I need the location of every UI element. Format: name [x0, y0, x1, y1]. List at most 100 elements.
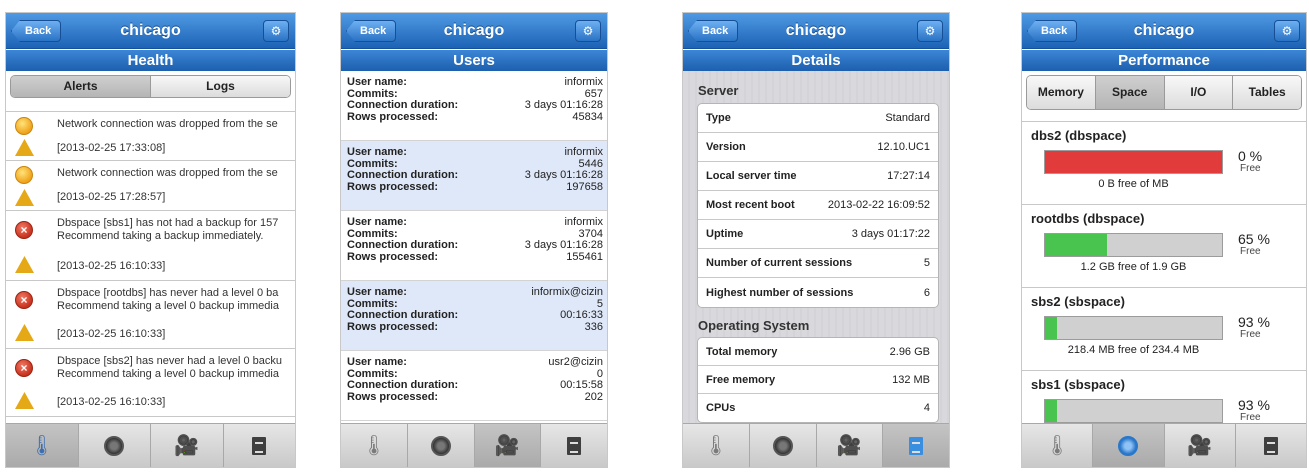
space-list[interactable]: dbs2 (dbspace) 0 % Free 0 B free of MB r…	[1022, 121, 1306, 423]
os-heading: Operating System	[698, 318, 810, 333]
detail-value: 2013-02-22 16:09:52	[827, 199, 930, 211]
warning-icon	[15, 139, 34, 156]
alert-timestamp: [2013-02-25 16:10:33]	[57, 396, 166, 408]
detail-row: CPUs 4	[698, 394, 938, 422]
space-item[interactable]: sbs1 (sbspace) 93 % Free	[1022, 371, 1306, 423]
connection-duration-value: 3 days 01:16:28	[524, 169, 603, 181]
segment-io[interactable]: I/O	[1164, 76, 1234, 109]
performance-screen: Back chicago ⚙ Performance Memory Space …	[1021, 12, 1307, 468]
back-button[interactable]: Back	[11, 20, 62, 42]
user-session[interactable]: User name: informix Commits: 3704 Connecti…	[341, 211, 607, 281]
tab-details[interactable]	[224, 424, 296, 467]
tab-health[interactable]: 🌡	[683, 424, 750, 467]
user-session[interactable]: User name: informix Commits: 5446 Connecti…	[341, 141, 607, 211]
connection-duration-value: 00:16:33	[560, 309, 603, 321]
space-name: sbs1 (sbspace)	[1031, 377, 1125, 392]
tab-bar: 🌡 🎥	[6, 423, 295, 467]
space-caption: 218.4 MB free of 234.4 MB	[1067, 344, 1200, 356]
free-percent: 93 %	[1238, 314, 1270, 330]
cameras-icon: 🎥	[494, 434, 520, 457]
users-screen: Back chicago ⚙ Users User name: informix …	[340, 12, 608, 468]
tab-users[interactable]: 🎥	[817, 424, 884, 467]
detail-label: Uptime	[706, 228, 744, 240]
free-label: Free	[1240, 329, 1261, 340]
usage-bar	[1044, 399, 1223, 423]
segment-space[interactable]: Space	[1095, 76, 1165, 109]
space-item[interactable]: sbs2 (sbspace) 93 % Free 218.4 MB free o…	[1022, 288, 1306, 371]
alert-item[interactable]: × Dbspace [rootdbs] has never had a leve…	[6, 281, 295, 349]
detail-row: Highest number of sessions 6	[698, 278, 938, 307]
tab-bar: 🌡 🎥	[683, 423, 949, 467]
connection-duration-value: 00:15:58	[560, 379, 603, 391]
usage-bar	[1044, 316, 1223, 340]
free-percent: 65 %	[1238, 231, 1270, 247]
alert-item[interactable]: × Dbspace [sbs1] has not had a backup fo…	[6, 211, 295, 281]
alert-message: Network connection was dropped from the …	[57, 118, 278, 130]
detail-value: 4	[923, 402, 930, 414]
space-item[interactable]: rootdbs (dbspace) 65 % Free 1.2 GB free …	[1022, 205, 1306, 288]
rows-processed-label: Rows processed:	[347, 320, 439, 333]
warning-icon	[15, 392, 34, 409]
user-list[interactable]: User name: informix Commits: 657 Connectio…	[341, 71, 607, 423]
alert-message: Dbspace [rootdbs] has never had a level …	[57, 287, 279, 299]
settings-button[interactable]: ⚙	[917, 20, 943, 42]
segment-tables[interactable]: Tables	[1233, 76, 1301, 109]
tab-performance[interactable]	[408, 424, 475, 467]
tab-details[interactable]	[883, 424, 949, 467]
tab-users[interactable]: 🎥	[474, 424, 542, 467]
alert-item[interactable]: × Dbspace [sbs2] has never had a level 0…	[6, 349, 295, 417]
detail-value: Standard	[885, 112, 930, 124]
error-icon: ×	[15, 359, 33, 377]
space-item[interactable]: dbs2 (dbspace) 0 % Free 0 B free of MB	[1022, 122, 1306, 205]
settings-button[interactable]: ⚙	[263, 20, 289, 42]
tab-health[interactable]: 🌡	[6, 424, 79, 467]
tab-users[interactable]: 🎥	[151, 424, 224, 467]
tab-performance[interactable]	[1093, 424, 1165, 467]
tab-health[interactable]: 🌡	[1022, 424, 1094, 467]
segment-memory[interactable]: Memory	[1027, 76, 1096, 109]
server-heading: Server	[698, 83, 739, 98]
tab-performance[interactable]	[750, 424, 817, 467]
tab-details[interactable]	[541, 424, 607, 467]
tab-bar: 🌡 🎥	[1022, 423, 1306, 467]
back-button[interactable]: Back	[1027, 20, 1078, 42]
user-name-value: informix	[564, 76, 603, 88]
detail-label: Number of current sessions	[706, 257, 853, 269]
alert-message-line-2: Recommend taking a level 0 backup immedi…	[57, 368, 279, 380]
alert-message-line-2: Recommend taking a backup immediately.	[57, 230, 264, 242]
alert-item[interactable]: Network connection was dropped from the …	[6, 161, 295, 211]
connection-duration-label: Connection duration:	[347, 99, 459, 111]
details-content[interactable]: Server Type Standard Version 12.10.UC1 Loc…	[683, 71, 949, 423]
user-session[interactable]: User name: informix Commits: 657 Connectio…	[341, 71, 607, 141]
user-session[interactable]: User name: informix@cizin Commits: 5 Conne…	[341, 281, 607, 351]
detail-value: 12.10.UC1	[877, 141, 930, 153]
alert-timestamp: [2013-02-25 16:10:33]	[57, 260, 166, 272]
segment-logs[interactable]: Logs	[151, 76, 290, 97]
usage-bar-fill	[1045, 151, 1222, 173]
user-name-value: informix@cizin	[531, 286, 603, 298]
free-label: Free	[1240, 412, 1261, 423]
rows-processed-value: 197658	[566, 180, 603, 193]
alert-message-line-2: Recommend taking a level 0 backup immedi…	[57, 300, 279, 312]
tab-users[interactable]: 🎥	[1165, 424, 1236, 467]
back-button[interactable]: Back	[346, 20, 397, 42]
detail-row: Uptime 3 days 01:17:22	[698, 220, 938, 249]
alert-item[interactable]: Network connection was dropped from the …	[6, 112, 295, 161]
os-group: Total memory 2.96 GB Free memory 132 MB CP…	[697, 337, 939, 423]
nav-bar: Back chicago ⚙	[6, 13, 295, 49]
settings-button[interactable]: ⚙	[575, 20, 601, 42]
back-button[interactable]: Back	[688, 20, 739, 42]
detail-value: 2.96 GB	[889, 345, 930, 358]
settings-button[interactable]: ⚙	[1274, 20, 1300, 42]
user-session[interactable]: User name: usr2@cizin Commits: 0 Connectio…	[341, 351, 607, 421]
book-icon	[567, 436, 582, 455]
tab-health[interactable]: 🌡	[341, 424, 408, 467]
cameras-icon: 🎥	[836, 434, 862, 457]
detail-row: Free memory 132 MB	[698, 366, 938, 394]
section-title: Performance	[1022, 50, 1306, 71]
tab-performance[interactable]	[79, 424, 151, 467]
detail-row: Type Standard	[698, 104, 938, 133]
segment-alerts[interactable]: Alerts	[11, 76, 151, 97]
tab-details[interactable]	[1236, 424, 1306, 467]
alert-list[interactable]: Network connection was dropped from the …	[6, 111, 295, 423]
